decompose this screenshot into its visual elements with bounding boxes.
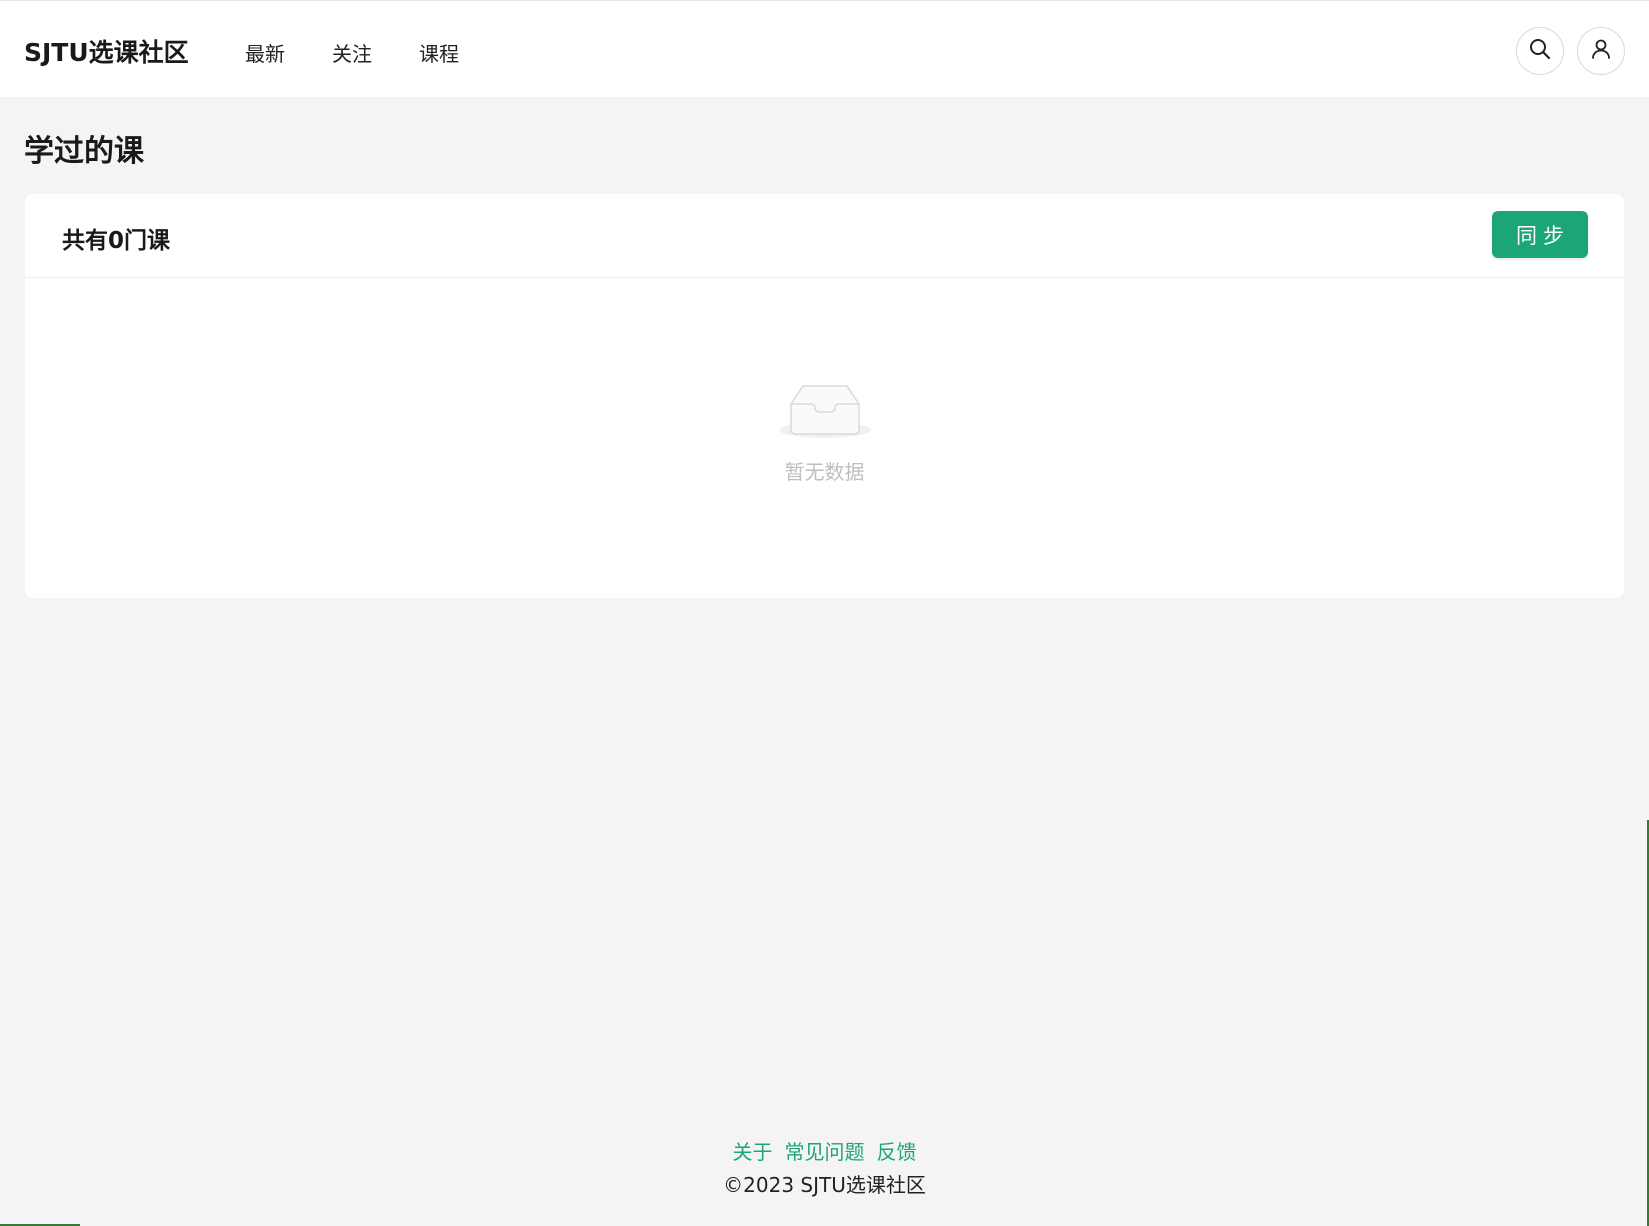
footer-link-feedback[interactable]: 反馈 (877, 1136, 917, 1165)
footer: 关于 常见问题 反馈 ©2023 SJTU选课社区 (0, 1136, 1649, 1198)
sync-button[interactable]: 同步 (1492, 211, 1588, 258)
user-menu-button[interactable] (1577, 27, 1625, 75)
courses-card: 共有0门课 同步 暂无数据 (25, 194, 1624, 598)
page: SJTU选课社区 最新 关注 课程 学过的课 共有0门课 同步 暂无数据 关于 … (0, 0, 1649, 1226)
nav-item-latest[interactable]: 最新 (245, 38, 285, 67)
footer-link-about[interactable]: 关于 (733, 1136, 773, 1165)
empty-state: 暂无数据 (25, 378, 1624, 485)
nav-item-courses[interactable]: 课程 (419, 38, 459, 67)
course-count-title: 共有0门课 (62, 228, 171, 254)
search-icon (1528, 37, 1552, 65)
card-header: 共有0门课 同步 (25, 194, 1624, 278)
footer-link-faq[interactable]: 常见问题 (785, 1136, 865, 1165)
user-icon (1589, 37, 1613, 65)
top-navbar: SJTU选课社区 最新 关注 课程 (0, 0, 1649, 97)
copyright: ©2023 SJTU选课社区 (723, 1173, 926, 1197)
brand-logo[interactable]: SJTU选课社区 (24, 33, 189, 69)
footer-links: 关于 常见问题 反馈 (0, 1136, 1649, 1165)
nav-item-following[interactable]: 关注 (332, 38, 372, 67)
main-nav: 最新 关注 课程 (245, 38, 506, 67)
page-title: 学过的课 (24, 134, 144, 169)
search-button[interactable] (1516, 27, 1564, 75)
inbox-icon (777, 378, 873, 444)
empty-message: 暂无数据 (784, 460, 865, 484)
